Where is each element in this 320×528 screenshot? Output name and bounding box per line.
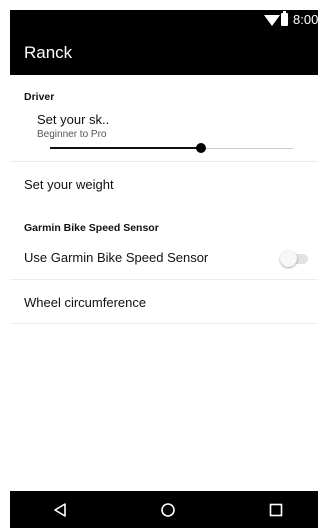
settings-list: Driver Set your sk.. Beginner to Pro Set… <box>10 75 318 491</box>
home-icon <box>161 503 175 517</box>
slider-fill <box>50 147 201 149</box>
set-weight-item[interactable]: Set your weight <box>24 177 114 192</box>
skill-summary: Beginner to Pro <box>37 129 107 140</box>
recents-icon <box>269 503 283 517</box>
divider <box>10 279 318 280</box>
use-sensor-item[interactable]: Use Garmin Bike Speed Sensor <box>24 250 208 265</box>
category-driver: Driver <box>24 91 55 103</box>
back-button[interactable] <box>30 491 90 528</box>
slider-thumb[interactable] <box>195 143 206 153</box>
wheel-circumference-item[interactable]: Wheel circumference <box>24 295 146 310</box>
category-garmin-sensor: Garmin Bike Speed Sensor <box>24 222 159 234</box>
status-bar: 8:00 <box>10 10 318 30</box>
app-bar: Ranck <box>10 30 318 75</box>
navigation-bar <box>10 491 318 528</box>
battery-icon <box>281 11 288 26</box>
divider <box>10 323 318 324</box>
toggle-thumb <box>280 250 297 267</box>
recents-button[interactable] <box>246 491 306 528</box>
skill-title: Set your sk.. <box>37 112 110 127</box>
wifi-icon <box>264 15 280 26</box>
app-title: Ranck <box>24 43 73 62</box>
back-icon <box>54 503 66 517</box>
skill-slider[interactable] <box>50 141 293 155</box>
divider <box>10 161 318 162</box>
home-button[interactable] <box>138 491 198 528</box>
use-sensor-toggle[interactable] <box>280 249 308 267</box>
status-time: 8:00 <box>293 12 319 27</box>
